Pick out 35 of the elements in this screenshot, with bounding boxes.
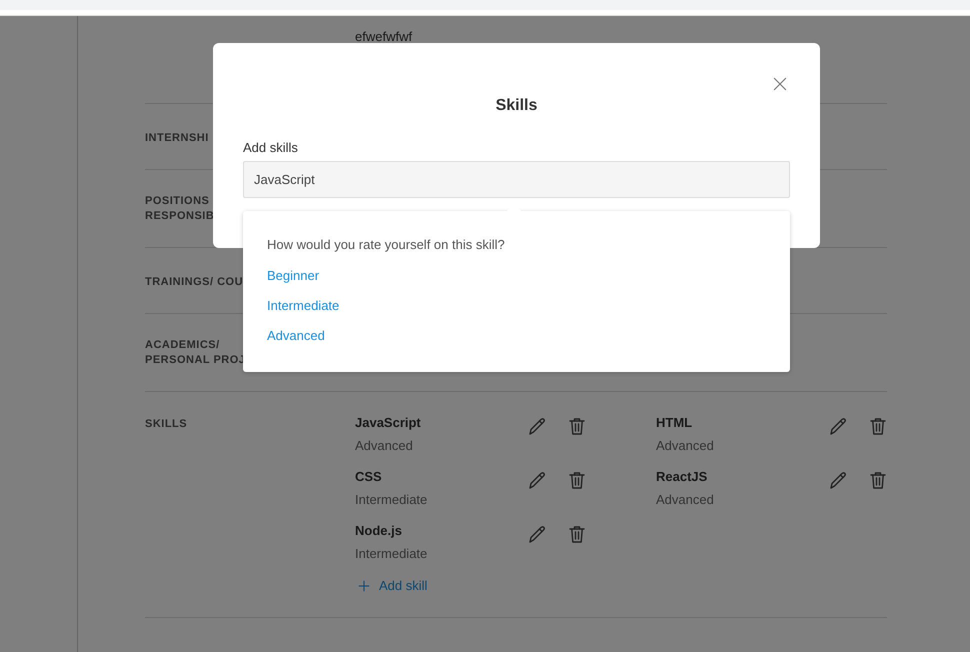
dialog-title: Skills [494, 97, 538, 115]
edit-pencil-icon[interactable] [527, 416, 547, 436]
edit-pencil-icon[interactable] [828, 470, 848, 490]
skill-level: Advanced [355, 438, 414, 454]
delete-trash-icon[interactable] [567, 524, 587, 544]
close-icon[interactable] [772, 76, 788, 92]
rating-option[interactable]: Beginner [267, 268, 766, 284]
edit-pencil-icon[interactable] [828, 416, 848, 436]
skill-name: HTML [656, 414, 694, 432]
skill-level: Advanced [656, 438, 715, 454]
skill-name: CSS [355, 468, 383, 486]
skill-level: Intermediate [355, 546, 428, 562]
plus-icon [357, 578, 371, 592]
delete-trash-icon[interactable] [567, 470, 587, 490]
rating-option[interactable]: Intermediate [267, 298, 766, 314]
section-label: SKILLS [145, 417, 188, 432]
edit-pencil-icon[interactable] [527, 470, 547, 490]
skill-level: Intermediate [355, 492, 428, 508]
edit-pencil-icon[interactable] [527, 524, 547, 544]
skill-input-field[interactable]: JavaScript [243, 161, 790, 198]
field-label: Add skills [243, 140, 299, 155]
skill-name: Node.js [355, 522, 403, 540]
delete-trash-icon[interactable] [567, 416, 587, 436]
rating-prompt: How would you rate yourself on this skill? [267, 237, 506, 252]
delete-trash-icon[interactable] [868, 416, 888, 436]
skill-level: Advanced [656, 492, 715, 508]
delete-trash-icon[interactable] [868, 470, 888, 490]
add-skill-button[interactable]: Add skill [355, 578, 428, 593]
section-label: INTERNSHI [145, 131, 209, 146]
rating-option[interactable]: Advanced [267, 328, 766, 344]
section-label: POSITIONS RESPONSIB [145, 194, 214, 224]
section-value: efwefwfwf [355, 29, 412, 44]
skill-name: ReactJS [656, 468, 708, 486]
section-label: TRAININGS/ COU [145, 275, 244, 290]
skill-name: JavaScript [355, 414, 422, 432]
